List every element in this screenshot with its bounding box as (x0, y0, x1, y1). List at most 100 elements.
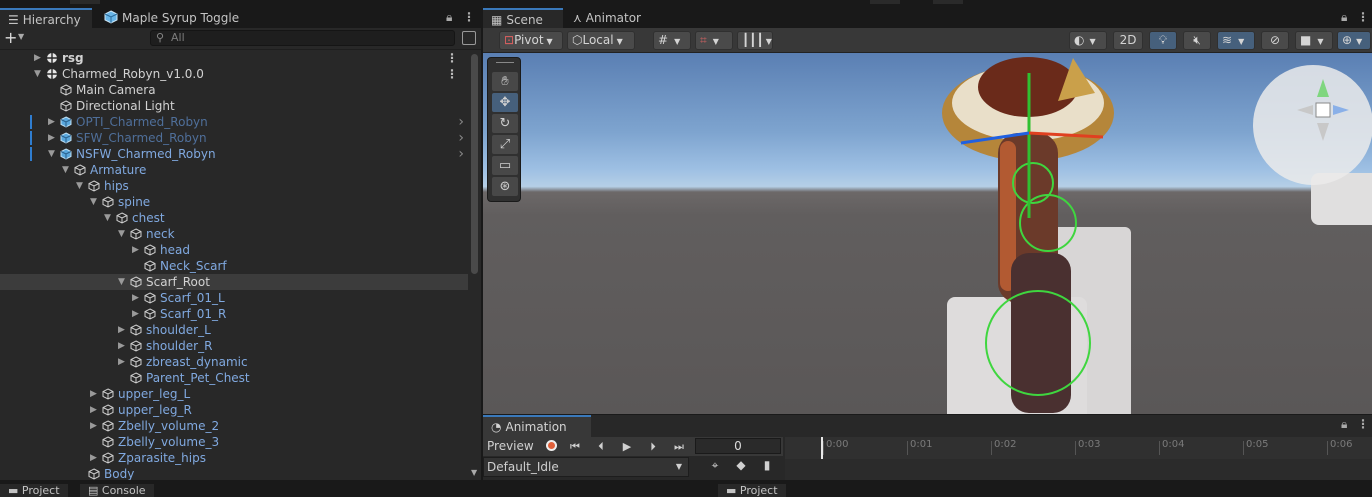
hierarchy-row[interactable]: ▶ head (0, 242, 468, 258)
hierarchy-row[interactable]: ▶ upper_leg_L (0, 386, 468, 402)
collapse-arrow-icon[interactable]: ▶ (118, 322, 128, 338)
lock-icon[interactable]: 🔒︎ (446, 10, 452, 25)
collapse-arrow-icon[interactable]: ▶ (90, 418, 100, 434)
open-prefab-chevron-icon[interactable]: › (458, 114, 464, 130)
hierarchy-row[interactable]: ▼ NSFW_Charmed_Robyn › (0, 146, 468, 162)
add-icon[interactable]: + (4, 28, 17, 47)
timeline-ruler[interactable]: 0:00 0:01 0:02 0:03 0:04 0:05 0:06 (785, 437, 1372, 469)
pivot-dropdown[interactable]: ⊡Pivot ▼ (499, 31, 563, 50)
hierarchy-row[interactable]: Parent_Pet_Chest (0, 370, 468, 386)
expand-arrow-icon[interactable]: ▼ (118, 226, 128, 242)
collapse-arrow-icon[interactable]: ▶ (34, 50, 44, 66)
palette-handle[interactable] (496, 62, 514, 63)
tab-console[interactable]: ▤ Console (80, 484, 154, 497)
kebab-menu-icon[interactable]: ⋮ (463, 10, 475, 24)
hierarchy-row[interactable]: ▼ chest (0, 210, 468, 226)
hierarchy-row[interactable]: Neck_Scarf (0, 258, 468, 274)
hierarchy-row[interactable]: Zbelly_volume_3 (0, 434, 468, 450)
transform-tool-button[interactable]: ⊛ (492, 177, 518, 196)
expand-arrow-icon[interactable]: ▼ (48, 146, 58, 162)
hierarchy-row[interactable]: ▶ Scarf_01_L (0, 290, 468, 306)
collapse-arrow-icon[interactable]: ▶ (118, 338, 128, 354)
collapse-arrow-icon[interactable]: ▶ (48, 130, 58, 146)
orientation-gizmo[interactable] (1253, 65, 1372, 185)
hierarchy-row[interactable]: ▶ upper_leg_R (0, 402, 468, 418)
tab-animator[interactable]: ⋏ Animator (565, 8, 649, 28)
snap-increment-button[interactable]: ⌗ ▼ (695, 31, 733, 50)
hand-tool-button[interactable]: ✋︎ (492, 72, 518, 91)
scene-viewport[interactable]: ✋︎ ✥ ↻ ⤢ ▭ ⊛ (483, 53, 1372, 414)
kebab-menu-icon[interactable]: ⋮ (446, 50, 458, 66)
hierarchy-row[interactable]: ▼ Armature (0, 162, 468, 178)
first-keyframe-button[interactable]: ⏮ (563, 437, 587, 456)
tab-project[interactable]: ▬ Project (0, 484, 68, 497)
tab-hierarchy[interactable]: ☰ Hierarchy (0, 8, 92, 28)
open-prefab-chevron-icon[interactable]: › (458, 130, 464, 146)
hierarchy-row[interactable]: ▼ Scarf_Root (0, 274, 468, 290)
camera-settings-button[interactable]: ■ ▼ (1295, 31, 1333, 50)
rotate-tool-button[interactable]: ↻ (492, 114, 518, 133)
add-keyframe-button[interactable]: ◆ (731, 458, 751, 476)
play-button[interactable]: ▶ (615, 437, 639, 456)
dopesheet-area[interactable] (785, 459, 1372, 481)
chevron-down-icon[interactable]: ▼ (18, 32, 24, 41)
collapse-arrow-icon[interactable]: ▶ (90, 402, 100, 418)
expand-arrow-icon[interactable]: ▼ (90, 194, 100, 210)
scale-tool-button[interactable]: ⤢ (492, 135, 518, 154)
hierarchy-row[interactable]: ▼ Charmed_Robyn_v1.0.0 ⋮ (0, 66, 468, 82)
clip-dropdown[interactable]: Default_Idle ▼ (483, 457, 689, 477)
tab-scene[interactable]: ▦ Scene (483, 8, 563, 28)
collapse-arrow-icon[interactable]: ▶ (90, 386, 100, 402)
filter-keyframes-button[interactable]: ⌖ (705, 458, 725, 476)
expand-arrow-icon[interactable]: ▼ (62, 162, 72, 178)
expand-arrow-icon[interactable]: ▼ (104, 210, 114, 226)
collapse-arrow-icon[interactable]: ▶ (48, 114, 58, 130)
expand-arrow-icon[interactable]: ▼ (76, 178, 86, 194)
collapse-arrow-icon[interactable]: ▶ (132, 306, 142, 322)
draw-mode-button[interactable]: ◐ ▼ (1069, 31, 1107, 50)
lock-icon[interactable]: 🔒︎ (1341, 10, 1347, 25)
hierarchy-row[interactable]: ▶ SFW_Charmed_Robyn › (0, 130, 468, 146)
collapse-arrow-icon[interactable]: ▶ (118, 354, 128, 370)
hierarchy-row[interactable]: Main Camera (0, 82, 468, 98)
hierarchy-row[interactable]: Directional Light (0, 98, 468, 114)
collapse-arrow-icon[interactable]: ▶ (132, 290, 142, 306)
hierarchy-row[interactable]: ▶ OPTI_Charmed_Robyn › (0, 114, 468, 130)
hierarchy-row[interactable]: ▶ shoulder_R (0, 338, 468, 354)
collapse-arrow-icon[interactable]: ▶ (90, 450, 100, 466)
tab-animation[interactable]: ◔ Animation (483, 415, 591, 437)
preview-toggle[interactable]: Preview (487, 437, 534, 456)
character-model[interactable] (483, 53, 1372, 414)
scroll-down-icon[interactable]: ▼ (471, 468, 477, 477)
hierarchy-row[interactable]: ▶ zbreast_dynamic (0, 354, 468, 370)
gizmos-button[interactable]: ⊕ ▼ (1337, 31, 1371, 50)
hierarchy-row[interactable]: ▼ neck (0, 226, 468, 242)
tab-maple-syrup-toggle[interactable]: Maple Syrup Toggle (96, 8, 247, 28)
lighting-toggle[interactable]: 💡︎ (1149, 31, 1177, 50)
tab-project-2[interactable]: ▬ Project (718, 484, 786, 497)
next-keyframe-button[interactable]: ⏵ (641, 437, 665, 456)
effects-toggle[interactable]: ≋ ▼ (1217, 31, 1255, 50)
hierarchy-row[interactable]: ▼ spine (0, 194, 468, 210)
hierarchy-scrollbar[interactable]: ▼ (469, 50, 481, 480)
collapse-arrow-icon[interactable]: ▶ (132, 242, 142, 258)
hierarchy-row[interactable]: ▶ rsg ⋮ (0, 50, 468, 66)
local-dropdown[interactable]: ⬡Local ▼ (567, 31, 635, 50)
hierarchy-row[interactable]: ▶ Scarf_01_R (0, 306, 468, 322)
hierarchy-row[interactable]: ▼ hips (0, 178, 468, 194)
expand-arrow-icon[interactable]: ▼ (34, 66, 44, 82)
hierarchy-search-input[interactable]: ⚲ All (150, 30, 455, 46)
hierarchy-row[interactable]: ▶ Zparasite_hips (0, 450, 468, 466)
lock-icon[interactable]: 🔒︎ (1341, 417, 1347, 432)
add-event-button[interactable]: ▮ (757, 458, 777, 476)
mode-2d-button[interactable]: 2D (1113, 31, 1143, 50)
kebab-menu-icon[interactable]: ⋮ (446, 66, 458, 82)
prev-keyframe-button[interactable]: ⏴ (589, 437, 613, 456)
frame-input[interactable]: 0 (695, 438, 781, 454)
hidden-objects-toggle[interactable]: ⊘ (1261, 31, 1289, 50)
expand-arrow-icon[interactable]: ▼ (118, 274, 128, 290)
rect-tool-button[interactable]: ▭ (492, 156, 518, 175)
record-button[interactable] (539, 437, 563, 456)
scene-visibility-icon[interactable] (462, 31, 476, 45)
kebab-menu-icon[interactable]: ⋮ (1357, 10, 1369, 24)
